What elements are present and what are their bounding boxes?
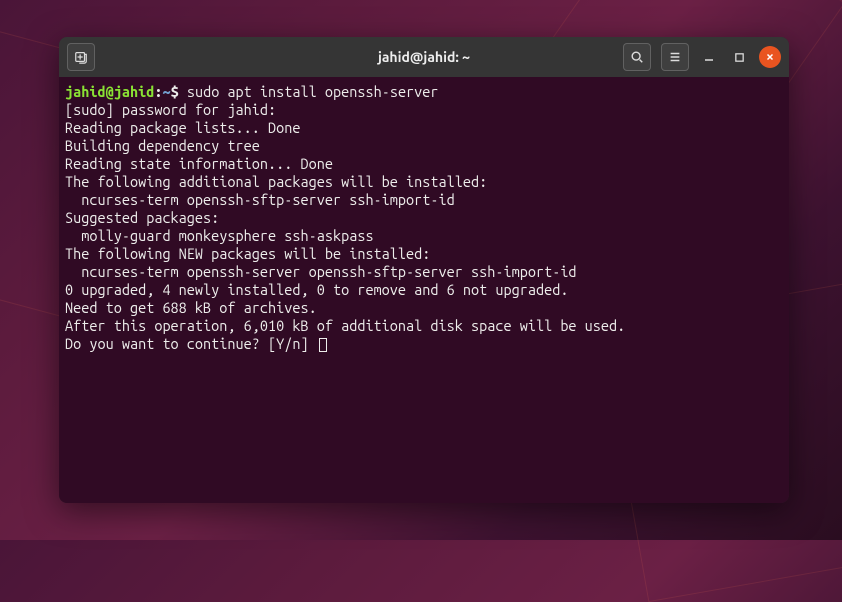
output-line: The following NEW packages will be insta… [65, 245, 430, 262]
output-line: Reading state information... Done [65, 155, 333, 172]
terminal-window: jahid@jahid: ~ [59, 37, 789, 503]
maximize-button[interactable] [729, 47, 749, 67]
output-line: Need to get 688 kB of archives. [65, 299, 317, 316]
prompt-symbol: $ [171, 83, 187, 100]
output-line: Suggested packages: [65, 209, 219, 226]
output-line: 0 upgraded, 4 newly installed, 0 to remo… [65, 281, 568, 298]
prompt-path: ~ [162, 83, 170, 100]
close-button[interactable] [759, 46, 781, 68]
search-button[interactable] [623, 43, 651, 71]
output-line: molly-guard monkeysphere ssh-askpass [65, 227, 374, 244]
output-line: After this operation, 6,010 kB of additi… [65, 317, 625, 334]
cursor-icon [319, 338, 327, 352]
output-line: Reading package lists... Done [65, 119, 300, 136]
prompt-user-host: jahid@jahid [65, 83, 154, 100]
output-line: ncurses-term openssh-sftp-server ssh-imp… [65, 191, 455, 208]
minimize-button[interactable] [699, 47, 719, 67]
output-line: Do you want to continue? [Y/n] [65, 335, 317, 352]
hamburger-menu-button[interactable] [661, 43, 689, 71]
window-title: jahid@jahid: ~ [378, 49, 470, 65]
output-line: [sudo] password for jahid: [65, 101, 276, 118]
command-text: sudo apt install openssh-server [187, 83, 439, 100]
output-line: Building dependency tree [65, 137, 260, 154]
terminal-output[interactable]: jahid@jahid:~$ sudo apt install openssh-… [59, 77, 789, 503]
titlebar: jahid@jahid: ~ [59, 37, 789, 77]
new-tab-button[interactable] [67, 43, 95, 71]
output-line: ncurses-term openssh-server openssh-sftp… [65, 263, 577, 280]
output-line: The following additional packages will b… [65, 173, 487, 190]
